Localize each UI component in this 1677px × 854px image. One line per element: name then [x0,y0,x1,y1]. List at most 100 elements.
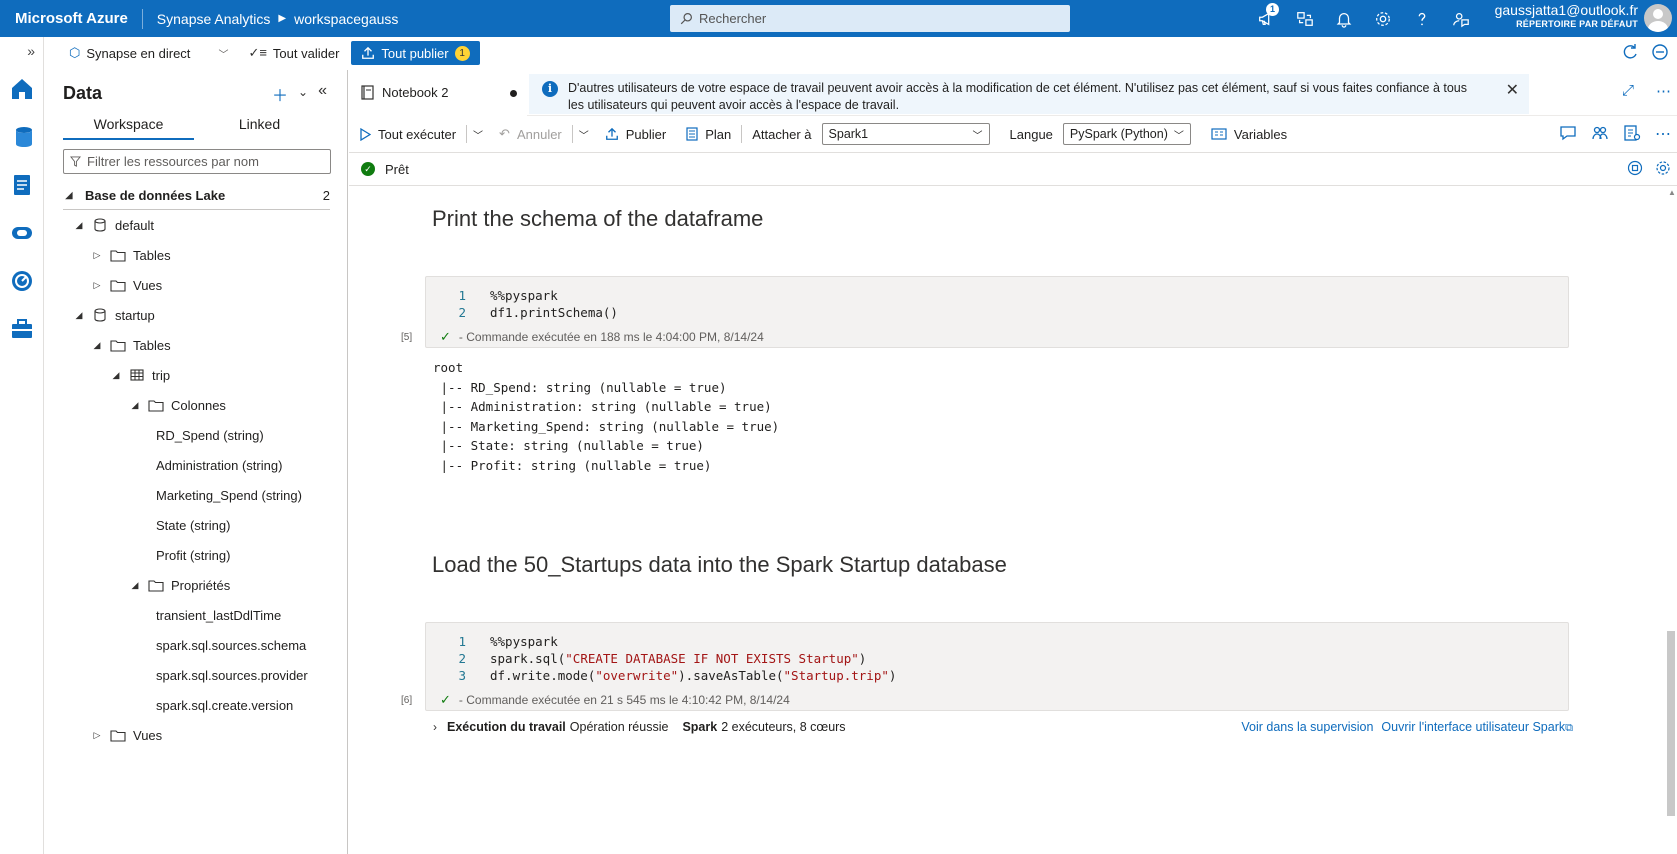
cell-run-status: ✓ - Commande exécutée en 21 s 545 ms le … [440,692,790,708]
nav-develop[interactable] [0,161,44,209]
collapsed-twisty-icon[interactable]: ▷ [91,250,103,261]
code-cell[interactable]: 1 %%pyspark 2 spark.sql("CREATE DATABASE IF… [425,622,1569,711]
tree-item[interactable]: RD_Spend (string) [45,420,348,450]
scroll-up-arrow-icon[interactable]: ▲ [1668,188,1676,197]
cell-run-status-text: - Commande exécutée en 188 ms le 4:04:00… [458,330,764,344]
maximize-button[interactable]: ⤢ [1622,82,1634,100]
refresh-button[interactable] [1621,43,1639,64]
close-info-button[interactable]: ✕ [1506,82,1519,99]
feedback-notifications-button[interactable]: 1 [1246,0,1285,37]
nav-data[interactable] [0,113,44,161]
expanded-twisty-icon[interactable]: ◢ [73,220,85,231]
feedback-button[interactable] [1441,0,1480,37]
variables-button[interactable]: Variables [1201,118,1297,150]
open-spark-ui-link[interactable]: Ouvrir l'interface utilisateur Spark⧉ [1381,720,1573,735]
expanded-twisty-icon[interactable]: ◢ [110,370,122,381]
expand-nav-button[interactable]: » [0,37,43,65]
session-settings-button[interactable] [1655,160,1671,179]
checklist-icon: ✓≡ [248,45,267,60]
view-in-monitoring-link[interactable]: Voir dans la supervision [1241,720,1373,735]
collapsed-twisty-icon[interactable]: ▷ [91,280,103,291]
code-editor[interactable]: 1 %%pyspark 2 df1.printSchema() [426,277,1568,321]
more-actions-button[interactable]: ⋯ [1655,124,1671,145]
collapse-panel-button[interactable]: « [318,82,327,106]
tree-item[interactable]: ◢ default [45,210,348,240]
notebook-area: Notebook 2 i D'autres utilisateurs de vo… [349,70,1677,854]
tree-item[interactable]: ▷ Vues [45,720,348,750]
tree-item[interactable]: Marketing_Spend (string) [45,480,348,510]
breadcrumb-service[interactable]: Synapse Analytics [143,11,271,27]
settings-button[interactable] [1363,0,1402,37]
code-cell[interactable]: 1 %%pyspark 2 df1.printSchema() ✓ - Command… [425,276,1569,348]
expanded-twisty-icon[interactable]: ◢ [73,310,85,321]
tree-item[interactable]: spark.sql.sources.provider [45,660,348,690]
info-message-text: D'autres utilisateurs de votre espace de… [568,81,1467,112]
database-icon [91,307,109,323]
tree-item[interactable]: ▷ Vues [45,270,348,300]
expanded-twisty-icon[interactable]: ◢ [129,400,141,411]
undo-options-dropdown[interactable]: ﹀ [573,118,595,150]
publish-button[interactable]: Publier [595,118,676,150]
properties-button[interactable] [1623,124,1641,145]
run-all-button[interactable]: Tout exécuter [349,118,466,150]
tree-item[interactable]: transient_lastDdlTime [45,600,348,630]
collapsed-twisty-icon[interactable]: ▷ [91,730,103,741]
stop-session-button[interactable] [1627,160,1643,179]
more-tabs-button[interactable]: ⋯ [1656,82,1671,100]
tab-linked[interactable]: Linked [194,116,325,140]
notifications-button[interactable] [1324,0,1363,37]
undo-button[interactable]: ↶ Annuler [489,118,572,150]
breadcrumb-workspace[interactable]: workspacegauss [294,11,398,27]
tree-item[interactable]: State (string) [45,510,348,540]
notebook-scrollbar[interactable]: ▲ [1665,186,1677,854]
expanded-twisty-icon[interactable]: ◢ [91,340,103,351]
azure-brand[interactable]: Microsoft Azure [0,8,143,29]
collapse-all-button[interactable]: ⌄ [298,85,308,106]
filter-resources-input[interactable]: Filtrer les ressources par nom [63,149,331,174]
language-select[interactable]: PySpark (Python) ﹀ [1062,123,1191,145]
tree-item[interactable]: ◢ Tables [45,330,348,360]
tree-item[interactable]: ◢ trip [45,360,348,390]
plan-label: Plan [705,126,732,142]
tree-item[interactable]: ◢ Propriétés [45,570,348,600]
validate-all-button[interactable]: ✓≡ Tout valider [238,41,349,65]
search-input[interactable]: Rechercher [670,5,1070,32]
language-label: Langue [1009,126,1053,142]
plan-button[interactable]: Plan [676,118,741,150]
scrollbar-thumb[interactable] [1667,631,1675,816]
tree-item[interactable]: spark.sql.create.version [45,690,348,720]
tab-workspace[interactable]: Workspace [63,116,194,140]
stop-icon [1627,160,1643,176]
tree-item[interactable]: ◢ Colonnes [45,390,348,420]
refresh-icon [1623,44,1637,59]
live-mode-dropdown[interactable]: ⬡ Synapse en direct ﹀ [45,41,238,65]
collaborators-button[interactable] [1591,124,1609,145]
publish-all-button[interactable]: Tout publier 1 [351,41,480,65]
tree-item[interactable]: ◢ startup [45,300,348,330]
tab-notebook-2[interactable]: Notebook 2 [349,70,527,116]
user-account[interactable]: gaussjatta1@outlook.fr RÉPERTOIRE PAR DÉ… [1495,3,1638,31]
comments-button[interactable] [1559,124,1577,145]
help-button[interactable] [1402,0,1441,37]
section-lake-database[interactable]: ◢ Base de données Lake 2 [45,180,348,210]
spark-label: Spark [682,720,718,734]
upload-icon [605,127,618,140]
code-editor[interactable]: 1 %%pyspark 2 spark.sql("CREATE DATABASE IF… [426,623,1568,684]
nav-manage[interactable] [0,305,44,353]
notebook-content[interactable]: Print the schema of the dataframe 1 %%pys… [349,186,1659,854]
nav-monitor[interactable] [0,257,44,305]
run-options-dropdown[interactable]: ﹀ [467,118,489,150]
tree-item[interactable]: ▷ Tables [45,240,348,270]
tree-item[interactable]: Administration (string) [45,450,348,480]
tree-item[interactable]: spark.sql.sources.schema [45,630,348,660]
nav-integrate[interactable] [0,209,44,257]
add-resource-button[interactable]: ＋ [272,82,288,106]
avatar[interactable] [1644,4,1672,32]
discard-all-button[interactable] [1651,43,1669,64]
switch-directory-button[interactable] [1285,0,1324,37]
expand-job-button[interactable]: › [433,720,437,734]
expanded-twisty-icon[interactable]: ◢ [129,580,141,591]
spark-pool-select[interactable]: Spark1 ﹀ [821,123,990,145]
tree-item[interactable]: Profit (string) [45,540,348,570]
nav-home[interactable] [0,65,44,113]
